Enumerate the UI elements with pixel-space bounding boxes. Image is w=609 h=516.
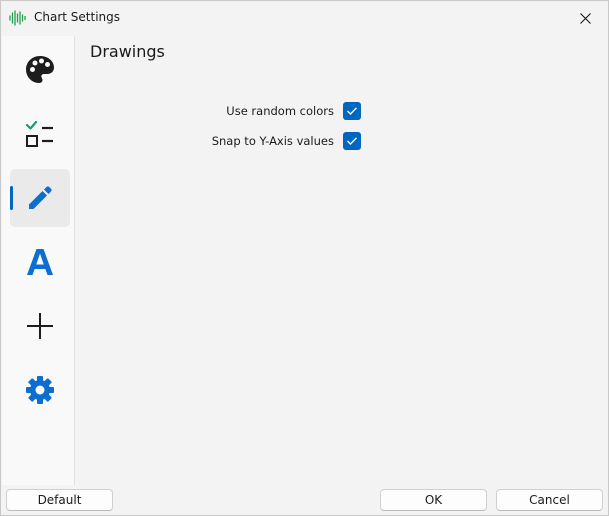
sidebar-item-crosshair[interactable] [10,297,70,355]
default-button[interactable]: Default [6,489,113,511]
random-colors-label: Use random colors [226,104,334,118]
window-title: Chart Settings [34,10,121,24]
cancel-button[interactable]: Cancel [496,489,603,511]
font-icon [27,249,53,275]
ok-button[interactable]: OK [380,489,487,511]
random-colors-checkbox[interactable] [343,102,361,120]
dialog-footer: Default OK Cancel [2,485,608,516]
waveform-icon [9,10,26,26]
gear-icon [26,376,54,404]
snap-y-axis-checkbox[interactable] [343,132,361,150]
title-bar: Chart Settings [1,1,608,35]
pencil-icon [29,186,52,209]
snap-y-axis-label: Snap to Y-Axis values [211,134,334,148]
active-indicator [10,186,13,210]
sidebar-item-general[interactable] [10,361,70,419]
sidebar-item-drawings[interactable] [10,169,70,227]
palette-icon [26,56,54,83]
close-icon [579,12,591,24]
close-button[interactable] [562,1,608,35]
plus-icon [27,313,53,339]
checkmark-icon [347,107,358,115]
sidebar-item-appearance[interactable] [10,41,70,99]
panel-title: Drawings [90,42,165,61]
checklist-icon [25,120,53,147]
sidebar-item-options[interactable] [10,105,70,163]
chart-settings-window: Chart Settings Drawings Use random color… [0,0,609,516]
settings-sidebar [2,36,75,485]
sidebar-item-fonts[interactable] [10,233,70,291]
checkmark-icon [347,137,358,145]
